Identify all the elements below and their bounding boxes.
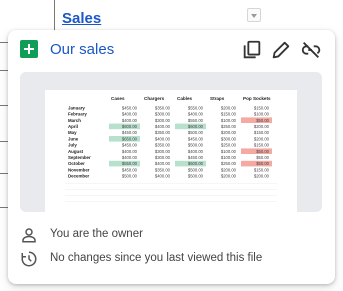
preview-cell: $500.00 bbox=[188, 130, 204, 135]
preview-cell: $100.00 bbox=[254, 112, 270, 117]
preview-cell: $500.00 bbox=[188, 167, 204, 172]
preview-cell: $550.00 bbox=[188, 105, 204, 110]
preview-row-label: February bbox=[68, 112, 87, 117]
preview-cell: $450.00 bbox=[122, 130, 138, 135]
preview-document: Cases Chargers Cables Straps Pop Sockets Janu… bbox=[45, 90, 297, 212]
preview-row-label: June bbox=[68, 136, 79, 141]
preview-cell: $600.00 bbox=[188, 161, 204, 166]
preview-col-header: Straps bbox=[210, 96, 225, 101]
owner-text: You are the owner bbox=[50, 228, 143, 240]
preview-cell: $450.00 bbox=[188, 136, 204, 141]
preview-cell: $500.00 bbox=[188, 174, 204, 179]
preview-row-label: September bbox=[68, 155, 91, 160]
preview-col-header: Chargers bbox=[144, 96, 165, 101]
preview-cell: $400.00 bbox=[122, 155, 138, 160]
preview-cell: $600.00 bbox=[122, 124, 138, 129]
preview-cell: $200.00 bbox=[221, 105, 237, 110]
preview-row-label: January bbox=[68, 105, 85, 110]
preview-cell: $400.00 bbox=[188, 112, 204, 117]
preview-cell: $650.00 bbox=[122, 136, 138, 141]
unlink-icon bbox=[301, 42, 321, 58]
pencil-icon bbox=[272, 41, 290, 59]
preview-cell: $400.00 bbox=[155, 161, 171, 166]
preview-cell: $400.00 bbox=[188, 149, 204, 154]
preview-cell: $100.00 bbox=[221, 149, 237, 154]
preview-cell: $150.00 bbox=[254, 143, 270, 148]
history-icon bbox=[21, 251, 37, 267]
preview-col-header: Pop Sockets bbox=[243, 96, 271, 101]
preview-cell: $350.00 bbox=[155, 105, 171, 110]
preview-cell: $300.00 bbox=[155, 112, 171, 117]
preview-cell: $250.00 bbox=[221, 143, 237, 148]
preview-cell: $400.00 bbox=[155, 174, 171, 179]
preview-cell: $450.00 bbox=[122, 105, 138, 110]
preview-cell: $200.00 bbox=[254, 136, 270, 141]
preview-cell: $150.00 bbox=[221, 112, 237, 117]
preview-cell: $550.00 bbox=[188, 118, 204, 123]
preview-cell: $100.00 bbox=[221, 118, 237, 123]
link-preview-card: Our sales Cases Chargers Cables Straps Pop S… bbox=[8, 30, 335, 284]
preview-cell: $50.00 bbox=[256, 118, 269, 123]
preview-cell: $500.00 bbox=[188, 143, 204, 148]
owner-row: You are the owner bbox=[8, 224, 335, 246]
preview-cell: $400.00 bbox=[155, 124, 171, 129]
preview-cell: $300.00 bbox=[155, 149, 171, 154]
edit-link-button[interactable] bbox=[270, 39, 292, 61]
preview-cell: $200.00 bbox=[221, 130, 237, 135]
preview-cell: $450.00 bbox=[188, 155, 204, 160]
copy-link-button[interactable] bbox=[241, 39, 263, 61]
preview-col-header: Cables bbox=[177, 96, 193, 101]
preview-cell: $200.00 bbox=[254, 124, 270, 129]
preview-row-label: December bbox=[68, 174, 90, 179]
preview-cell: $450.00 bbox=[122, 167, 138, 172]
preview-cell: $350.00 bbox=[155, 130, 171, 135]
preview-cell: $150.00 bbox=[254, 105, 270, 110]
preview-cell: $150.00 bbox=[254, 130, 270, 135]
preview-cell: $150.00 bbox=[254, 167, 270, 172]
preview-cell: $250.00 bbox=[221, 161, 237, 166]
preview-cell: $50.00 bbox=[256, 161, 269, 166]
preview-cell: $400.00 bbox=[122, 118, 138, 123]
preview-cell: $50.00 bbox=[256, 149, 269, 154]
preview-cell: $350.00 bbox=[155, 143, 171, 148]
preview-cell: $200.00 bbox=[221, 167, 237, 172]
changes-row: No changes since you last viewed this fi… bbox=[8, 248, 335, 270]
preview-cell: $100.00 bbox=[221, 155, 237, 160]
cell-link-sales[interactable]: Sales bbox=[62, 10, 101, 27]
google-sheets-icon bbox=[20, 40, 38, 58]
preview-row-label: August bbox=[68, 149, 84, 154]
person-icon bbox=[22, 228, 36, 243]
changes-text: No changes since you last viewed this fi… bbox=[50, 252, 263, 264]
preview-cell: $350.00 bbox=[155, 167, 171, 172]
file-preview-thumbnail[interactable]: Cases Chargers Cables Straps Pop Sockets Janu… bbox=[20, 72, 322, 212]
preview-cell: $400.00 bbox=[155, 136, 171, 141]
card-header: Our sales bbox=[8, 30, 335, 70]
preview-row-label: March bbox=[68, 118, 81, 123]
file-title-link[interactable]: Our sales bbox=[50, 41, 114, 58]
chevron-down-icon[interactable] bbox=[247, 8, 261, 22]
preview-cell: $400.00 bbox=[122, 149, 138, 154]
preview-cell: $550.00 bbox=[122, 161, 138, 166]
preview-cell: $300.00 bbox=[155, 155, 171, 160]
preview-row-label: October bbox=[68, 161, 85, 166]
preview-col-header: Cases bbox=[111, 96, 125, 101]
preview-table: Cases Chargers Cables Straps Pop Sockets Janu… bbox=[65, 96, 277, 202]
preview-row-label: April bbox=[68, 124, 78, 129]
copy-icon bbox=[243, 40, 261, 59]
preview-cell: $200.00 bbox=[254, 174, 270, 179]
preview-cell: $500.00 bbox=[122, 174, 138, 179]
remove-link-button[interactable] bbox=[300, 39, 322, 61]
preview-cell: $200.00 bbox=[221, 174, 237, 179]
preview-row-label: May bbox=[68, 130, 77, 135]
preview-cell: $300.00 bbox=[221, 136, 237, 141]
preview-cell: $450.00 bbox=[122, 143, 138, 148]
preview-cell: $50.00 bbox=[256, 155, 269, 160]
preview-cell: $600.00 bbox=[188, 124, 204, 129]
preview-cell: $300.00 bbox=[155, 118, 171, 123]
preview-row-label: July bbox=[68, 143, 77, 148]
preview-cell: $250.00 bbox=[221, 124, 237, 129]
preview-row-label: November bbox=[68, 167, 90, 172]
preview-cell: $400.00 bbox=[122, 112, 138, 117]
